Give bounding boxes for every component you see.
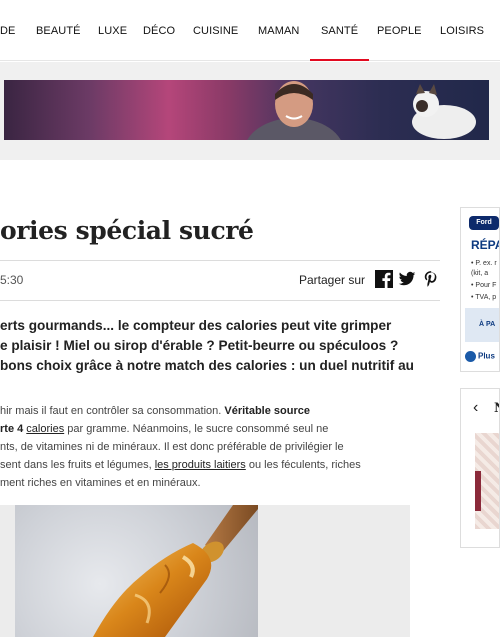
article-body-line: sent dans les fruits et légumes, les pro… <box>0 456 361 474</box>
body-text: par gramme. Néanmoins, le sucre consommé… <box>64 423 329 435</box>
twitter-icon[interactable] <box>398 270 416 288</box>
sidebar-ad-text: • TVA, p <box>471 294 497 301</box>
sidebar-ad-text: • Pour F <box>471 282 497 289</box>
article-title: ories spécial sucré <box>0 216 254 245</box>
top-navigation: DE BEAUTÉ LUXE DÉCO CUISINE MAMAN SANTÉ … <box>0 0 500 61</box>
nav-item-beaute[interactable]: BEAUTÉ <box>36 0 81 61</box>
ad-zone <box>0 62 500 160</box>
article-intro-line: e plaisir ! Miel ou sirop d'érable ? Pet… <box>0 338 399 353</box>
nav-item-de[interactable]: DE <box>0 0 15 61</box>
article-image-frame <box>0 505 410 637</box>
sidebar-widget: ‹ N <box>460 388 500 548</box>
calories-link[interactable]: calories <box>26 423 64 435</box>
divider <box>0 300 440 301</box>
sidebar-ad-more-label: Plus <box>478 351 495 361</box>
article-intro-line: bons choix grâce à notre match des calor… <box>0 358 414 373</box>
article-body-line: ment riches en vitamines et en minéraux. <box>0 474 201 492</box>
sidebar-ad-cta[interactable]: À PA <box>465 308 499 342</box>
chevron-left-icon[interactable]: ‹ <box>473 399 478 417</box>
article-body-line: nts, de vitamines ni de minéraux. Il est… <box>0 438 344 456</box>
ad-banner-image <box>247 81 476 140</box>
nav-item-loisirs[interactable]: LOISIRS <box>440 0 484 61</box>
sidebar-widget-title: N <box>494 401 499 416</box>
article-intro-line: erts gourmands... le compteur des calori… <box>0 318 392 333</box>
divider <box>0 260 440 261</box>
pinterest-icon[interactable] <box>422 270 440 288</box>
sidebar-ad-text: • P. ex. r <box>471 260 497 267</box>
facebook-icon[interactable] <box>375 270 393 288</box>
ford-logo: Ford <box>469 216 499 230</box>
article-date: 5:30 <box>0 273 24 287</box>
share-label: Partager sur <box>299 273 366 287</box>
nav-item-luxe[interactable]: LUXE <box>98 0 127 61</box>
article-body-line: rte 4 calories par gramme. Néanmoins, le… <box>0 420 328 438</box>
nav-item-maman[interactable]: MAMAN <box>258 0 299 61</box>
sidebar-ad-heading: RÉPA <box>471 238 499 252</box>
nav-item-deco[interactable]: DÉCO <box>143 0 175 61</box>
article-body-line: hir mais il faut en contrôler sa consomm… <box>0 402 310 420</box>
plus-icon <box>465 351 476 362</box>
body-bold-text: Véritable source <box>224 405 310 417</box>
sidebar-ad-cta-label: À PA <box>479 321 496 328</box>
produits-laitiers-link[interactable]: les produits laitiers <box>155 459 246 471</box>
body-text: ou les féculents, riches <box>245 459 361 471</box>
sidebar-ad-more[interactable]: Plus <box>465 351 495 362</box>
nav-item-sante[interactable]: SANTÉ <box>310 0 370 61</box>
sidebar-ad[interactable]: Ford RÉPA • P. ex. r (kit, a • Pour F • … <box>460 207 500 372</box>
body-text: sent dans les fruits et légumes, <box>0 459 155 471</box>
honey-dipper-image <box>15 505 258 637</box>
sidebar-ad-text: (kit, a <box>471 270 489 277</box>
sidebar-widget-thumbnail[interactable] <box>475 433 499 529</box>
body-bold-text: rte 4 <box>0 423 27 435</box>
body-text: hir mais il faut en contrôler sa consomm… <box>0 405 225 417</box>
body-text: ment riches en vitamines et en minéraux. <box>0 477 201 489</box>
nav-item-people[interactable]: PEOPLE <box>377 0 422 61</box>
ad-banner[interactable] <box>4 80 489 140</box>
body-text: nts, de vitamines ni de minéraux. Il est… <box>0 441 344 453</box>
nav-item-cuisine[interactable]: CUISINE <box>193 0 238 61</box>
